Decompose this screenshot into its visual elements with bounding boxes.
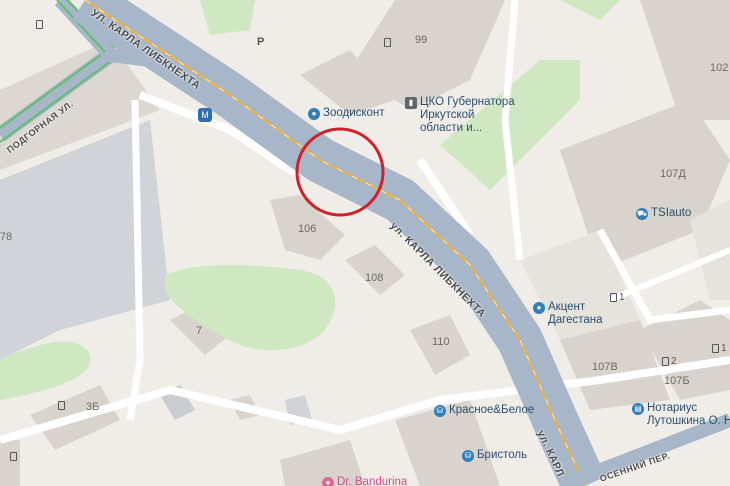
poi-bristol-label: Бристоль <box>477 449 528 461</box>
entrance-door-icon <box>10 452 17 461</box>
metro-icon[interactable]: М <box>198 108 212 122</box>
entrance-door-icon <box>58 401 65 410</box>
poi-akcent-dagestana[interactable]: ● Акцент Дагестана <box>533 301 603 327</box>
house-number-107d: 107Д <box>660 168 686 180</box>
house-number-78: 78 <box>0 231 13 243</box>
entrance-marker-2: 2 <box>662 356 677 367</box>
building-icon: ▮ <box>405 97 417 109</box>
poi-cko-line1: ЦКО Губернатора <box>420 96 515 108</box>
house-number-106: 106 <box>298 223 317 235</box>
map-pin-icon: ● <box>533 302 545 314</box>
beauty-icon: ● <box>322 477 334 486</box>
car-icon: ⛟ <box>636 208 648 220</box>
entrance-door-icon <box>662 357 669 366</box>
poi-tsiauto[interactable]: ⛟ TSIauto <box>636 207 691 220</box>
poi-akcent-line2: Дагестана <box>548 314 603 326</box>
poi-cko-line3: области и... <box>420 122 483 134</box>
poi-bristol[interactable]: ⛁ Бристоль <box>462 449 527 462</box>
house-number-99: 99 <box>415 34 428 46</box>
document-icon: ▤ <box>632 403 644 415</box>
shopping-cart-icon: ⛁ <box>434 405 446 417</box>
house-number-102: 102 <box>710 62 729 74</box>
house-number-107b: 107Б <box>664 375 690 387</box>
poi-akcent-line1: Акцент <box>548 301 586 313</box>
house-number-7: 7 <box>196 325 203 337</box>
poi-cko-governor[interactable]: ▮ ЦКО Губернатора Иркутской области и... <box>405 96 515 135</box>
entrance-door-icon <box>384 38 391 47</box>
poi-notarius[interactable]: ▤ Нотариус Лутошкина О. Н. <box>632 402 730 428</box>
entrance-door-icon <box>36 20 43 29</box>
poi-krasnoe-beloe[interactable]: ⛁ Красное&Белое <box>434 404 534 417</box>
poi-zoodiskont[interactable]: ● Зоодисконт <box>308 107 385 120</box>
poi-notarius-line1: Нотариус <box>647 402 698 414</box>
parking-icon: P <box>257 36 265 48</box>
entrance-marker-1: 1 <box>610 292 625 303</box>
entrance-marker-3b <box>58 401 65 410</box>
map-canvas <box>0 0 730 486</box>
map-view[interactable]: УЛ. КАРЛА ЛИБКНЕХТА ул. КАРЛА ЛИБКНЕХТА … <box>0 0 730 486</box>
entrance-marker-left <box>36 20 43 29</box>
poi-zoodiskont-label: Зоодисконт <box>323 107 385 119</box>
shopping-bag-icon: ⛁ <box>462 450 474 462</box>
poi-tsiauto-label: TSIauto <box>651 207 692 219</box>
poi-dr-bandurina-label: Dr. Bandurina <box>337 476 408 486</box>
poi-cko-line2: Иркутской <box>420 109 475 121</box>
entrance-marker-bottom-left <box>10 452 17 461</box>
poi-krasnoe-label: Красное&Белое <box>449 404 535 416</box>
entrance-marker-3: 1 <box>712 343 727 354</box>
house-number-3b: 3Б <box>86 401 100 413</box>
paw-icon: ● <box>308 108 320 120</box>
entrance-marker-99 <box>384 38 391 47</box>
poi-dr-bandurina[interactable]: ● Dr. Bandurina <box>322 476 407 486</box>
house-number-107v: 107В <box>592 361 618 373</box>
house-number-110: 110 <box>432 336 450 348</box>
house-number-108: 108 <box>365 272 384 284</box>
entrance-door-icon <box>712 344 719 353</box>
entrance-door-icon <box>610 293 617 302</box>
poi-notarius-line2: Лутошкина О. Н. <box>647 415 730 427</box>
